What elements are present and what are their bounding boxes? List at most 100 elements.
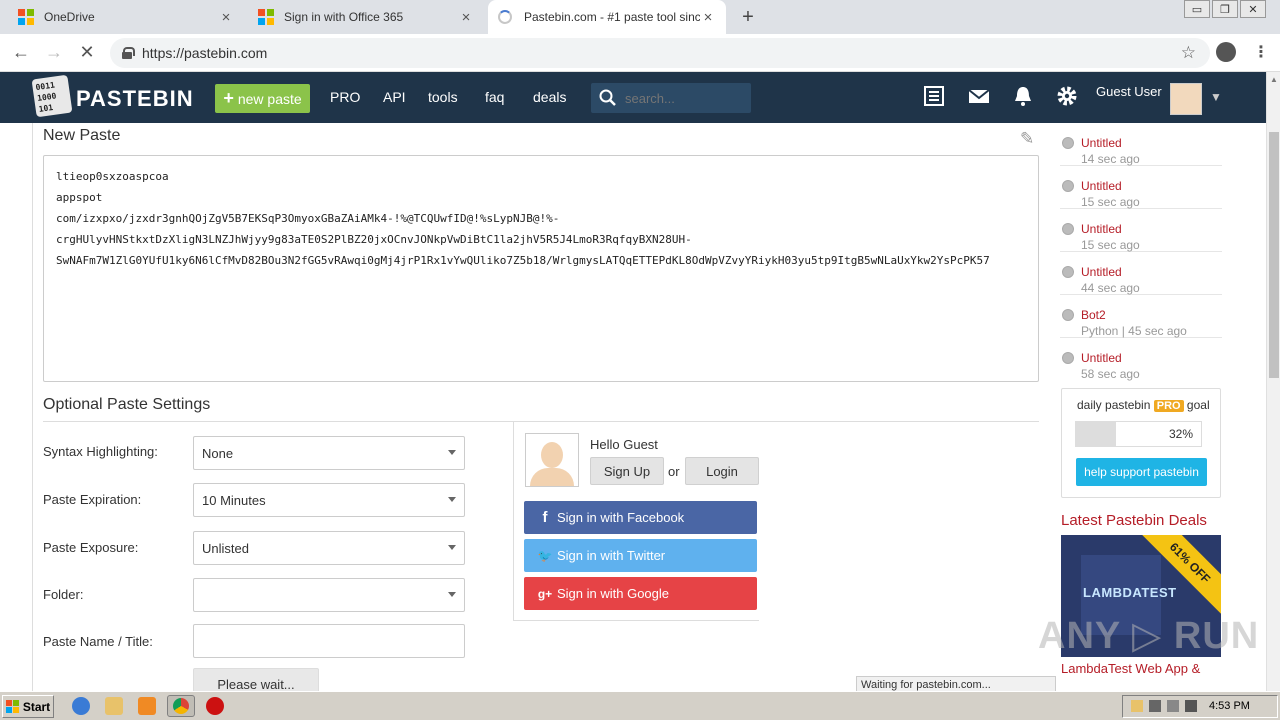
bookmark-star-icon[interactable]: ☆ [1181,43,1196,63]
ie-icon[interactable] [72,697,90,715]
nav-pro[interactable]: PRO [330,89,360,105]
paste-name-label: Paste Name / Title: [43,634,153,649]
volume-icon[interactable] [1167,700,1179,712]
login-button[interactable]: Login [685,457,759,485]
deal-subtitle[interactable]: LambdaTest Web App & [1061,661,1200,676]
recent-paste-meta: 15 sec ago [1081,238,1140,252]
microsoft-logo-icon [18,9,34,25]
windows-taskbar: Start 4:53 PM [0,691,1280,720]
search-input[interactable] [625,90,735,106]
folder-icon[interactable] [105,697,123,715]
new-paste-button[interactable]: + new paste [215,84,310,113]
pro-badge: PRO [1153,400,1184,412]
nav-api[interactable]: API [383,89,406,105]
loading-spinner-icon [498,10,512,24]
media-player-icon[interactable] [138,697,156,715]
recent-paste-item[interactable]: Untitled 58 sec ago [1060,338,1222,381]
new-tab-button[interactable]: + [736,6,760,29]
loading-status: Waiting for pastebin.com... [856,676,1056,691]
stop-loading-button[interactable]: ✕ [76,42,98,63]
profile-avatar-icon[interactable] [1216,42,1236,62]
globe-icon [1062,137,1074,149]
recent-paste-title[interactable]: Untitled [1081,179,1122,193]
paste-textarea[interactable]: ltieop0sxzoaspcoa appspot com/izxpxo/jzx… [43,155,1039,382]
recent-paste-title[interactable]: Untitled [1081,222,1122,236]
expiration-select[interactable]: 10 Minutes [193,483,465,517]
search-icon [599,89,616,106]
divider [32,123,33,691]
pastebin-logo[interactable]: 0011 1000 101 [31,74,73,118]
create-paste-button[interactable]: Please wait... [193,668,319,691]
recent-paste-item[interactable]: Untitled 44 sec ago [1060,252,1222,295]
gear-icon[interactable] [1054,85,1080,107]
address-bar[interactable]: https://pastebin.com ☆ [110,38,1210,68]
scroll-up-icon[interactable]: ▲ [1270,75,1278,84]
folder-select[interactable] [193,578,465,612]
recent-paste-title[interactable]: Untitled [1081,265,1122,279]
recent-paste-title[interactable]: Untitled [1081,351,1122,365]
back-button[interactable]: ← [10,42,32,63]
google-signin-button[interactable]: g+ Sign in with Google [524,577,757,610]
microsoft-logo-icon [258,9,274,25]
forward-button[interactable]: → [43,42,65,63]
tab-close-icon[interactable]: × [700,9,716,26]
facebook-signin-button[interactable]: f Sign in with Facebook [524,501,757,534]
facebook-signin-label: Sign in with Facebook [557,510,685,525]
exposure-value: Unlisted [202,540,249,556]
pencil-icon[interactable]: ✎ [1020,129,1034,149]
deals-title[interactable]: Latest Pastebin Deals [1061,512,1207,529]
minimize-button[interactable]: ▭ [1184,0,1210,18]
network-icon[interactable] [1149,700,1161,712]
scrollbar-thumb[interactable] [1269,132,1279,378]
chrome-taskbar-button[interactable] [167,695,195,717]
tab-pastebin[interactable]: Pastebin.com - #1 paste tool since 2 × [488,0,726,34]
search-box[interactable] [591,83,751,113]
lambdatest-logo: LAMBDATEST [1083,585,1177,600]
nav-faq[interactable]: faq [485,89,504,105]
recent-paste-item[interactable]: Untitled 15 sec ago [1060,209,1222,252]
sign-up-button[interactable]: Sign Up [590,457,664,485]
chevron-down-icon[interactable]: ▼ [1210,90,1222,104]
list-icon[interactable] [921,85,947,107]
twitter-signin-button[interactable]: 🐦 Sign in with Twitter [524,539,757,572]
globe-icon [1062,180,1074,192]
recent-paste-title[interactable]: Untitled [1081,136,1122,150]
tray-folder-icon[interactable] [1131,700,1143,712]
plus-icon: + [223,88,234,108]
bell-icon[interactable] [1010,85,1036,107]
restore-button[interactable]: ❐ [1212,0,1238,18]
recent-paste-meta: 44 sec ago [1081,281,1140,295]
recent-paste-meta: 14 sec ago [1081,152,1140,166]
site-brand[interactable]: PASTEBIN [76,86,194,112]
guest-user-name[interactable]: Guest User [1096,84,1162,99]
browser-menu-icon[interactable]: ⋮ [1253,42,1269,62]
google-signin-label: Sign in with Google [557,586,670,601]
exposure-select[interactable]: Unlisted [193,531,465,565]
dropdown-arrow-icon [448,592,456,597]
paste-name-input[interactable] [193,624,465,658]
syntax-select[interactable]: None [193,436,465,470]
tab-close-icon[interactable]: × [458,9,474,26]
nav-deals[interactable]: deals [533,89,566,105]
exposure-label: Paste Exposure: [43,540,139,555]
antivirus-icon[interactable] [206,697,224,715]
recent-paste-title[interactable]: Bot2 [1081,308,1106,322]
user-avatar[interactable] [1170,83,1202,115]
tab-close-icon[interactable]: × [218,9,234,26]
start-button[interactable]: Start [2,695,54,718]
lock-icon [122,47,135,59]
recent-paste-item[interactable]: Untitled 14 sec ago [1060,123,1222,166]
tab-office365[interactable]: Sign in with Office 365 × [248,0,484,34]
dropdown-arrow-icon [448,450,456,455]
recent-paste-meta: Python | 45 sec ago [1081,324,1187,338]
page-scrollbar[interactable]: ▲ [1266,72,1280,691]
help-support-button[interactable]: help support pastebin [1076,458,1207,486]
optional-settings-title: Optional Paste Settings [43,396,211,413]
nav-tools[interactable]: tools [428,89,458,105]
mail-icon[interactable] [966,85,992,107]
recent-paste-item[interactable]: Untitled 15 sec ago [1060,166,1222,209]
tab-onedrive[interactable]: OneDrive × [8,0,244,34]
recent-paste-item[interactable]: Bot2 Python | 45 sec ago [1060,295,1222,338]
close-window-button[interactable]: ✕ [1240,0,1266,18]
flag-icon[interactable] [1185,700,1197,712]
